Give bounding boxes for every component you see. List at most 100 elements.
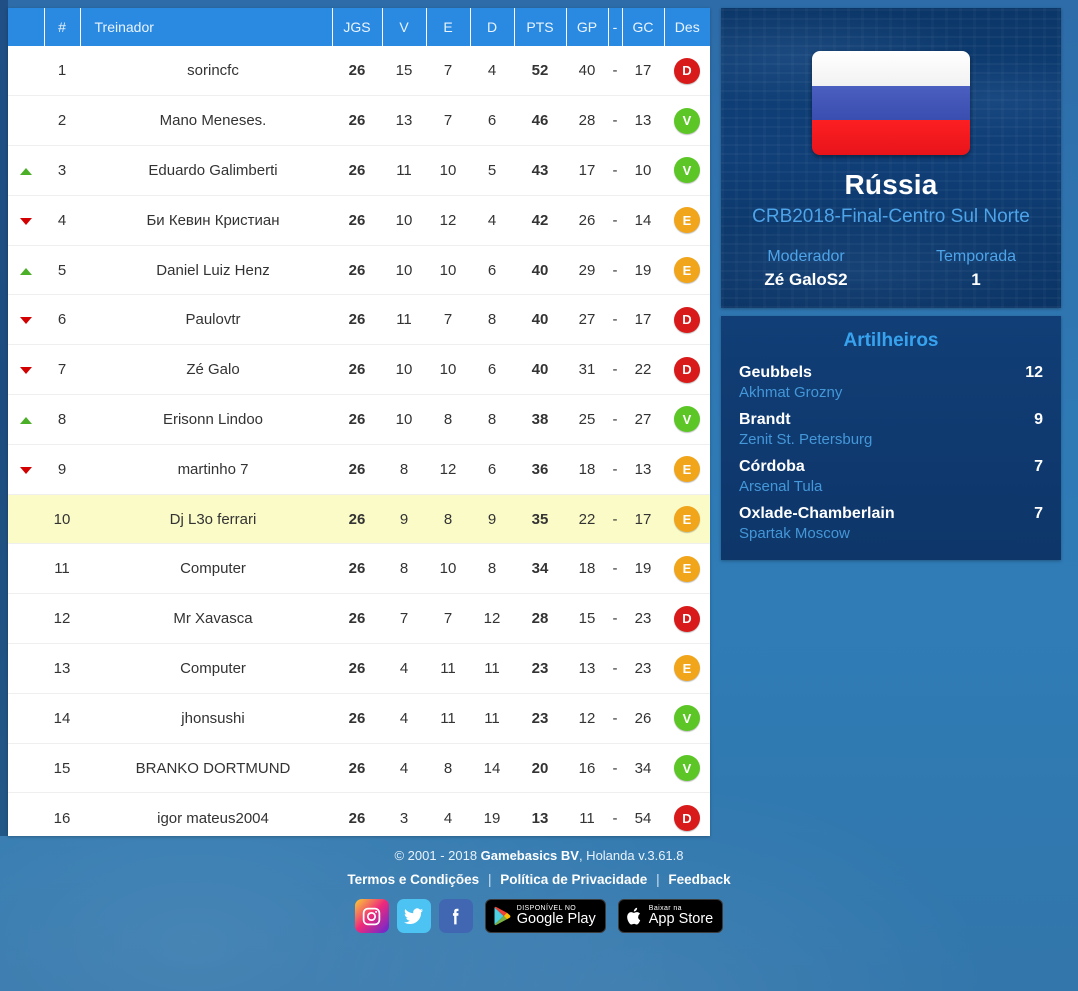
cell-rank: 10	[44, 493, 80, 544]
google-play-badge[interactable]: DISPONÍVEL NO Google Play	[484, 899, 606, 933]
scorer-item[interactable]: Geubbels 12 Akhmat Grozny	[739, 364, 1043, 401]
cell-trainer-name[interactable]: sorincfc	[80, 46, 332, 96]
status-badge[interactable]: V	[674, 705, 700, 732]
table-row[interactable]: 8 Erisonn Lindoo 26 10 8 8 38 25-27 V	[8, 394, 710, 445]
cell-trainer-name[interactable]: BRANKO DORTMUND	[80, 742, 332, 793]
scorer-item[interactable]: Oxlade-Chamberlain 7 Spartak Moscow	[739, 505, 1043, 542]
scorer-name: Oxlade-Chamberlain	[739, 505, 895, 522]
cell-form: E	[664, 443, 710, 495]
scorer-item[interactable]: Brandt 9 Zenit St. Petersburg	[739, 411, 1043, 448]
scorer-top-row: Oxlade-Chamberlain 7	[739, 505, 1043, 523]
table-row[interactable]: 6 Paulovtr 26 11 7 8 40 27-17 D	[8, 294, 710, 345]
cell-goal-separator: -	[608, 294, 622, 345]
cell-trainer-name[interactable]: Mr Xavasca	[80, 593, 332, 644]
link-terms[interactable]: Termos e Condições	[347, 872, 479, 887]
cell-points: 35	[514, 493, 566, 544]
cell-trainer-name[interactable]: Би Кевин Кристиан	[80, 194, 332, 246]
cell-rank: 4	[44, 194, 80, 246]
table-row[interactable]: 2 Mano Meneses. 26 13 7 6 46 28-13 V	[8, 95, 710, 146]
column-header-des[interactable]: Des	[664, 8, 710, 46]
copyright-pre: © 2001 - 2018	[394, 848, 481, 863]
scorer-goals: 12	[1025, 364, 1043, 381]
cell-wins: 10	[382, 394, 426, 445]
cell-points: 28	[514, 593, 566, 644]
table-row[interactable]: 1 sorincfc 26 15 7 4 52 40-17 D	[8, 46, 710, 96]
status-badge[interactable]: E	[674, 207, 700, 234]
table-row[interactable]: 14 jhonsushi 26 4 11 11 23 12-26 V	[8, 692, 710, 744]
cell-trainer-name[interactable]: igor mateus2004	[80, 792, 332, 843]
cell-goals-against: 34	[622, 742, 664, 793]
trend-up-icon	[20, 267, 32, 275]
column-header-trainer[interactable]: Treinador	[80, 8, 333, 46]
column-header-gc[interactable]: GC	[622, 8, 665, 46]
table-row[interactable]: 10 Dj L3o ferrari 26 9 8 9 35 22-17 E	[8, 493, 710, 544]
cell-goal-separator: -	[608, 643, 622, 694]
table-row[interactable]: 3 Eduardo Galimberti 26 11 10 5 43 17-10 V	[8, 145, 710, 196]
app-store-badge[interactable]: Baixar na App Store	[617, 899, 724, 933]
cell-trainer-name[interactable]: Dj L3o ferrari	[80, 493, 332, 544]
status-badge[interactable]: E	[674, 655, 700, 682]
status-badge[interactable]: D	[674, 306, 700, 333]
table-row[interactable]: 12 Mr Xavasca 26 7 7 12 28 15-23 D	[8, 593, 710, 644]
column-header-v[interactable]: V	[382, 8, 427, 46]
column-header-rank[interactable]: #	[44, 8, 81, 46]
table-row[interactable]: 16 igor mateus2004 26 3 4 19 13 11-54 D	[8, 792, 710, 843]
cell-trainer-name[interactable]: Mano Meneses.	[80, 95, 332, 146]
status-badge[interactable]: E	[674, 257, 700, 284]
status-badge[interactable]: E	[674, 555, 700, 582]
cell-trainer-name[interactable]: jhonsushi	[80, 692, 332, 744]
column-header-e[interactable]: E	[426, 8, 471, 46]
google-play-icon	[494, 906, 511, 926]
cell-form: D	[664, 46, 710, 96]
table-row[interactable]: 5 Daniel Luiz Henz 26 10 10 6 40 29-19 E	[8, 244, 710, 295]
cell-points: 38	[514, 394, 566, 445]
status-badge[interactable]: E	[674, 456, 700, 483]
status-badge[interactable]: D	[674, 605, 700, 632]
link-privacy[interactable]: Política de Privacidade	[500, 872, 647, 887]
cell-trainer-name[interactable]: Daniel Luiz Henz	[80, 244, 332, 295]
table-row[interactable]: 7 Zé Galo 26 10 10 6 40 31-22 D	[8, 344, 710, 395]
cell-goal-separator: -	[608, 145, 622, 196]
table-row[interactable]: 15 BRANKO DORTMUND 26 4 8 14 20 16-34 V	[8, 742, 710, 793]
table-row[interactable]: 13 Computer 26 4 11 11 23 13-23 E	[8, 643, 710, 694]
social-and-store-row: DISPONÍVEL NO Google Play Baixar na App …	[0, 899, 1078, 933]
cell-points: 13	[514, 792, 566, 843]
instagram-icon[interactable]	[354, 899, 389, 933]
cell-trainer-name[interactable]: Zé Galo	[80, 344, 332, 395]
status-badge[interactable]: V	[674, 107, 700, 134]
table-row[interactable]: 11 Computer 26 8 10 8 34 18-19 E	[8, 543, 710, 594]
facebook-icon[interactable]	[438, 899, 473, 933]
cell-trend	[8, 244, 44, 295]
column-header-gp[interactable]: GP	[566, 8, 609, 46]
cell-trainer-name[interactable]: Paulovtr	[80, 294, 332, 345]
twitter-icon[interactable]	[396, 899, 431, 933]
status-badge[interactable]: E	[674, 506, 700, 533]
status-badge[interactable]: V	[674, 755, 700, 782]
cell-trainer-name[interactable]: Erisonn Lindoo	[80, 394, 332, 445]
footer-links: Termos e Condições | Política de Privaci…	[0, 872, 1078, 887]
cell-trainer-name[interactable]: Eduardo Galimberti	[80, 145, 332, 196]
cell-trend	[8, 593, 44, 644]
cell-rank: 7	[44, 344, 80, 395]
cell-trainer-name[interactable]: Computer	[80, 543, 332, 594]
cell-trainer-name[interactable]: Computer	[80, 643, 332, 694]
status-badge[interactable]: D	[674, 57, 700, 84]
table-row[interactable]: 4 Би Кевин Кристиан 26 10 12 4 42 26-14 E	[8, 194, 710, 246]
cell-wins: 11	[382, 145, 426, 196]
status-badge[interactable]: D	[674, 805, 700, 832]
column-header-jgs[interactable]: JGS	[332, 8, 383, 46]
status-badge[interactable]: D	[674, 356, 700, 383]
column-header-d[interactable]: D	[470, 8, 515, 46]
status-badge[interactable]: V	[674, 406, 700, 433]
link-feedback[interactable]: Feedback	[668, 872, 730, 887]
cell-trainer-name[interactable]: martinho 7	[80, 443, 332, 495]
cell-jgs: 26	[348, 62, 366, 80]
cell-goals-against: 13	[622, 95, 664, 146]
column-header-trend[interactable]	[8, 8, 45, 46]
column-header-pts[interactable]: PTS	[514, 8, 567, 46]
status-badge[interactable]: V	[674, 157, 700, 184]
cell-goals-against: 17	[622, 294, 664, 345]
table-row[interactable]: 9 martinho 7 26 8 12 6 36 18-13 E	[8, 443, 710, 495]
cell-rank: 1	[57, 62, 67, 80]
scorer-item[interactable]: Córdoba 7 Arsenal Tula	[739, 458, 1043, 495]
